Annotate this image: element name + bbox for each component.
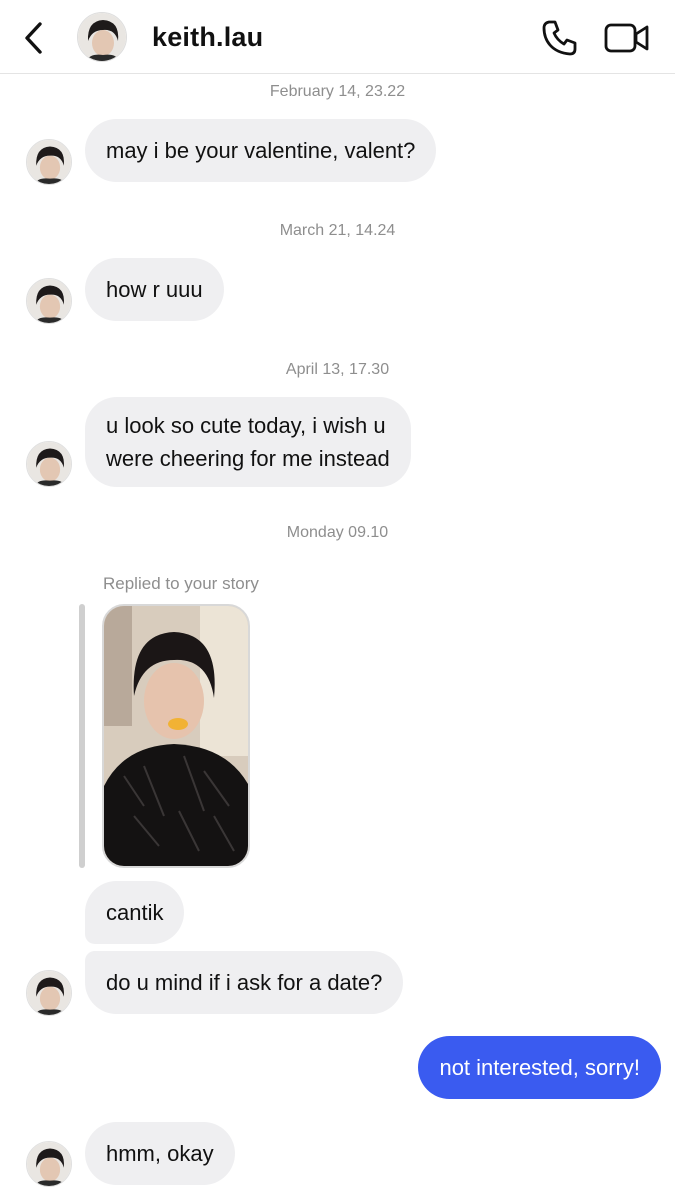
avatar[interactable]	[77, 12, 127, 62]
message-bubble[interactable]: u look so cute today, i wish u were chee…	[85, 397, 411, 487]
profile-photo	[27, 971, 71, 1015]
message-timestamp: March 21, 14.24	[279, 222, 396, 239]
message-bubble[interactable]: do u mind if i ask for a date?	[85, 951, 404, 1014]
profile-photo	[27, 442, 71, 486]
message-text-line: u look so cute today, i wish u	[106, 413, 386, 438]
message-bubble[interactable]: cantik	[85, 881, 185, 944]
back-button[interactable]	[18, 20, 52, 56]
sender-avatar[interactable]	[26, 441, 72, 487]
profile-photo	[78, 13, 126, 61]
story-photo	[104, 606, 248, 866]
sender-avatar[interactable]	[26, 970, 72, 1016]
phone-icon	[542, 20, 577, 56]
story-thumbnail[interactable]	[102, 604, 250, 868]
my-message-bubble[interactable]: not interested, sorry!	[418, 1036, 661, 1099]
story-reply-label: Replied to your story	[103, 574, 259, 593]
profile-photo	[27, 1142, 71, 1186]
video-call-button[interactable]	[603, 20, 651, 56]
sender-avatar[interactable]	[26, 1141, 72, 1187]
message-timestamp: February 14, 23.22	[269, 83, 406, 100]
sender-avatar[interactable]	[26, 278, 72, 324]
message-text-line: were cheering for me instead	[106, 446, 390, 471]
sender-avatar[interactable]	[26, 139, 72, 185]
message-timestamp: April 13, 17.30	[285, 361, 390, 378]
message-bubble[interactable]: how r uuu	[85, 258, 224, 321]
message-bubble[interactable]: may i be your valentine, valent?	[85, 119, 437, 182]
chat-username[interactable]: keith.lau	[152, 22, 263, 53]
chevron-left-icon	[25, 22, 42, 54]
chat-header: keith.lau	[0, 0, 675, 74]
message-timestamp: Monday 09.10	[286, 524, 389, 541]
call-button[interactable]	[540, 18, 580, 58]
video-camera-icon	[604, 23, 649, 53]
reply-indicator-bar	[79, 604, 85, 868]
profile-photo	[27, 140, 71, 184]
message-bubble[interactable]: hmm, okay	[85, 1122, 235, 1185]
profile-photo	[27, 279, 71, 323]
